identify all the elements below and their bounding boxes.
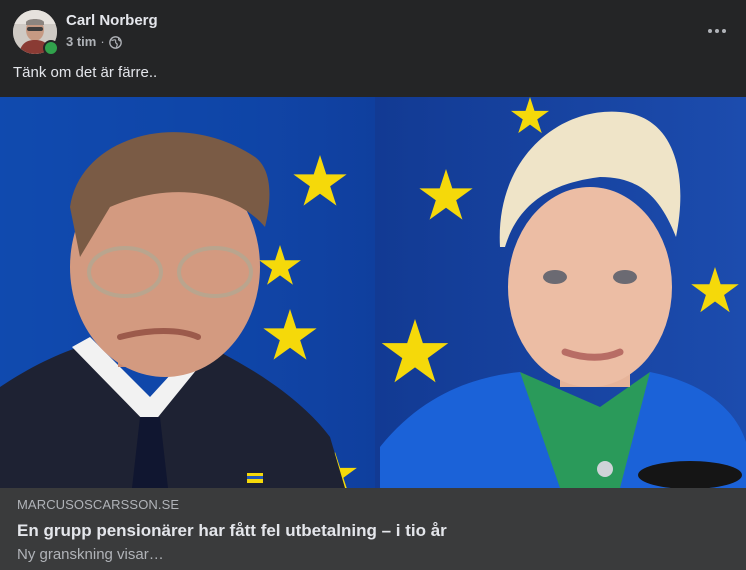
link-preview-image[interactable] <box>0 97 746 488</box>
more-options-button[interactable] <box>702 16 732 46</box>
link-title[interactable]: En grupp pensionärer har fått fel utbeta… <box>17 521 447 541</box>
globe-icon[interactable] <box>108 35 122 49</box>
meta-separator: · <box>100 34 105 49</box>
post-text: Tänk om det är färre.. <box>13 64 158 81</box>
post-timestamp[interactable]: 3 tim <box>66 34 96 49</box>
post-header: Carl Norberg 3 tim · <box>0 0 746 62</box>
more-horizontal-icon <box>708 29 712 33</box>
feed-post: Carl Norberg 3 tim · Tänk om det är färr… <box>0 0 746 570</box>
link-domain: MARCUSOSCARSSON.SE <box>17 497 180 512</box>
more-dot <box>722 29 726 33</box>
more-dot <box>715 29 719 33</box>
post-meta: 3 tim · <box>66 34 122 49</box>
author-name[interactable]: Carl Norberg <box>66 12 158 29</box>
link-description: Ny granskning visar… <box>17 546 164 563</box>
link-preview-card[interactable]: MARCUSOSCARSSON.SE En grupp pensionärer … <box>0 488 746 570</box>
online-status-indicator <box>43 40 59 56</box>
